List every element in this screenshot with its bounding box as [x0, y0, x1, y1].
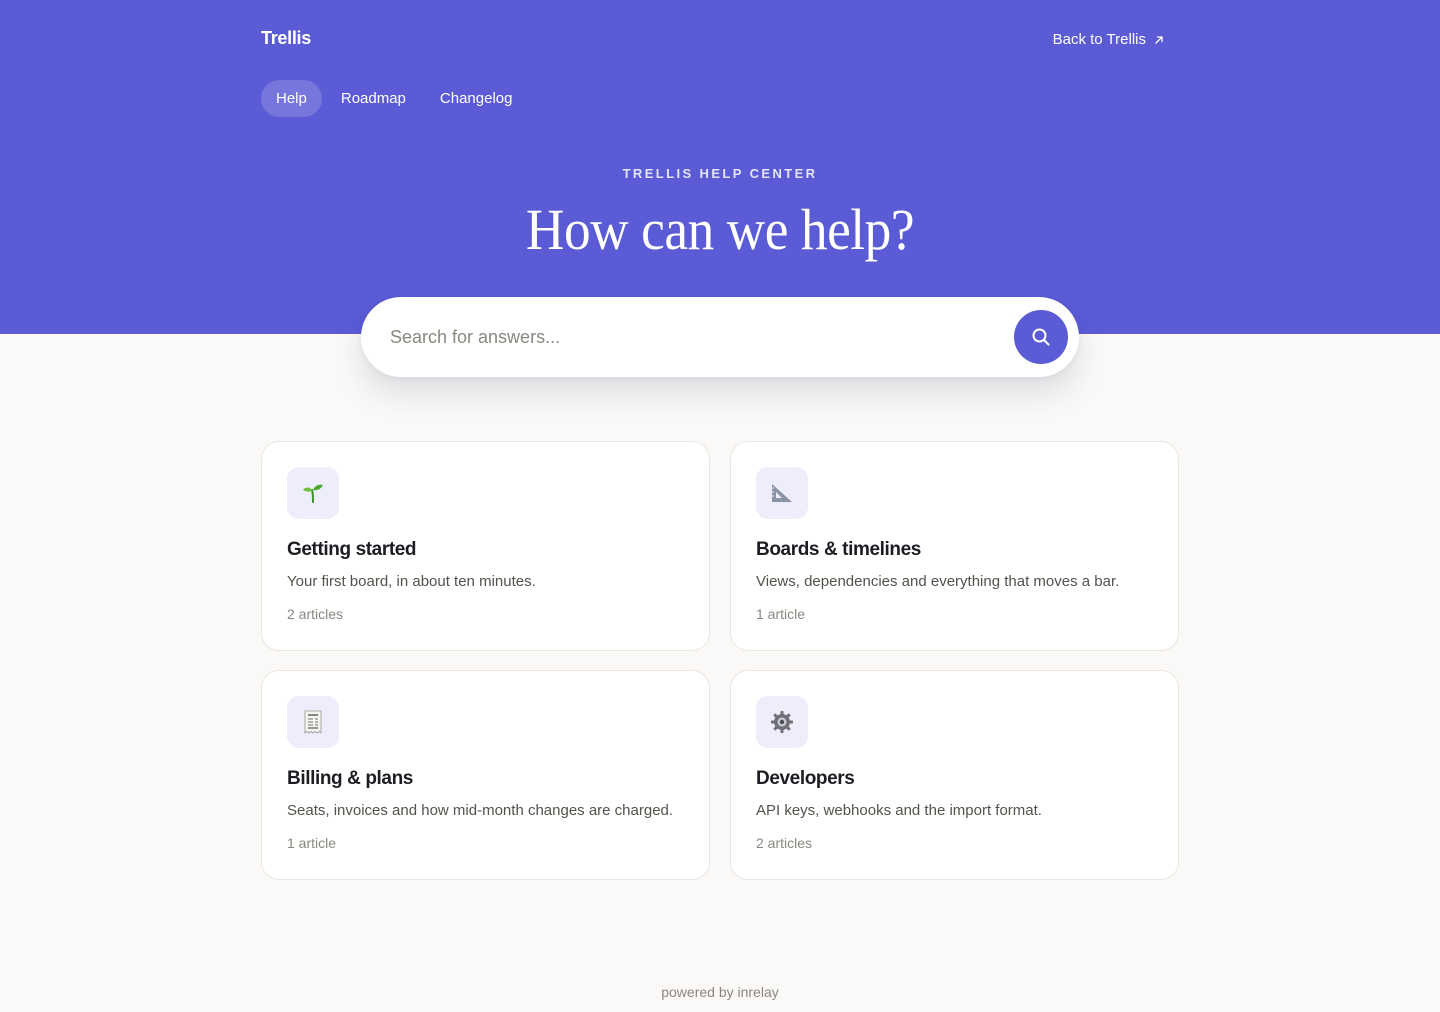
category-card-billing-plans[interactable]: Billing & plans Seats, invoices and how … [261, 670, 710, 880]
nav-roadmap-label: Roadmap [340, 90, 406, 107]
nav-help-label: Help [276, 90, 307, 107]
nav-changelog[interactable]: Changelog [425, 80, 528, 117]
seedling-icon [303, 484, 323, 503]
category-description: API keys, webhooks and the import format… [756, 802, 1042, 819]
category-title: Getting started [287, 539, 417, 560]
hero-headline: How can we help? [525, 197, 915, 262]
gear-icon [771, 711, 793, 733]
category-icon-tile [756, 696, 808, 748]
category-card-boards-timelines[interactable]: Boards & timelines Views, dependencies a… [730, 441, 1179, 651]
category-icon-tile [287, 696, 339, 748]
category-description: Your first board, in about ten minutes. [287, 573, 536, 590]
category-title: Developers [756, 768, 855, 789]
nav-help[interactable]: Help [261, 80, 322, 117]
triangular-ruler-icon [772, 484, 792, 502]
top-nav: Help Roadmap Changelog [261, 80, 527, 117]
category-grid: Getting started Your first board, in abo… [261, 441, 1179, 880]
nav-roadmap[interactable]: Roadmap [326, 80, 421, 117]
receipt-icon [304, 710, 322, 734]
category-article-count: 1 article [756, 606, 806, 622]
brand-logo[interactable]: Trellis [261, 28, 311, 49]
hero-eyebrow: TRELLIS HELP CENTER [622, 166, 818, 181]
category-article-count: 1 article [287, 835, 337, 851]
category-description: Views, dependencies and everything that … [756, 573, 1120, 590]
search-icon [1032, 328, 1050, 346]
category-card-getting-started[interactable]: Getting started Your first board, in abo… [261, 441, 710, 651]
category-icon-tile [287, 467, 339, 519]
powered-by-footer[interactable]: powered by inrelay [0, 984, 1440, 1000]
category-article-count: 2 articles [756, 835, 813, 851]
back-to-app-link[interactable]: Back to Trellis [1053, 31, 1164, 48]
category-icon-tile [756, 467, 808, 519]
search-input[interactable] [390, 317, 990, 357]
category-title: Billing & plans [287, 768, 413, 789]
category-card-developers[interactable]: Developers API keys, webhooks and the im… [730, 670, 1179, 880]
nav-changelog-label: Changelog [439, 90, 513, 107]
search-bar [361, 297, 1079, 377]
category-article-count: 2 articles [287, 606, 344, 622]
hero-banner: Trellis Back to Trellis Help Roadmap Cha… [0, 0, 1440, 334]
category-title: Boards & timelines [756, 539, 921, 560]
category-description: Seats, invoices and how mid-month change… [287, 802, 674, 819]
back-link-label: Back to Trellis [1052, 31, 1146, 48]
search-button[interactable] [1014, 310, 1068, 364]
external-arrow-icon [1155, 35, 1163, 44]
